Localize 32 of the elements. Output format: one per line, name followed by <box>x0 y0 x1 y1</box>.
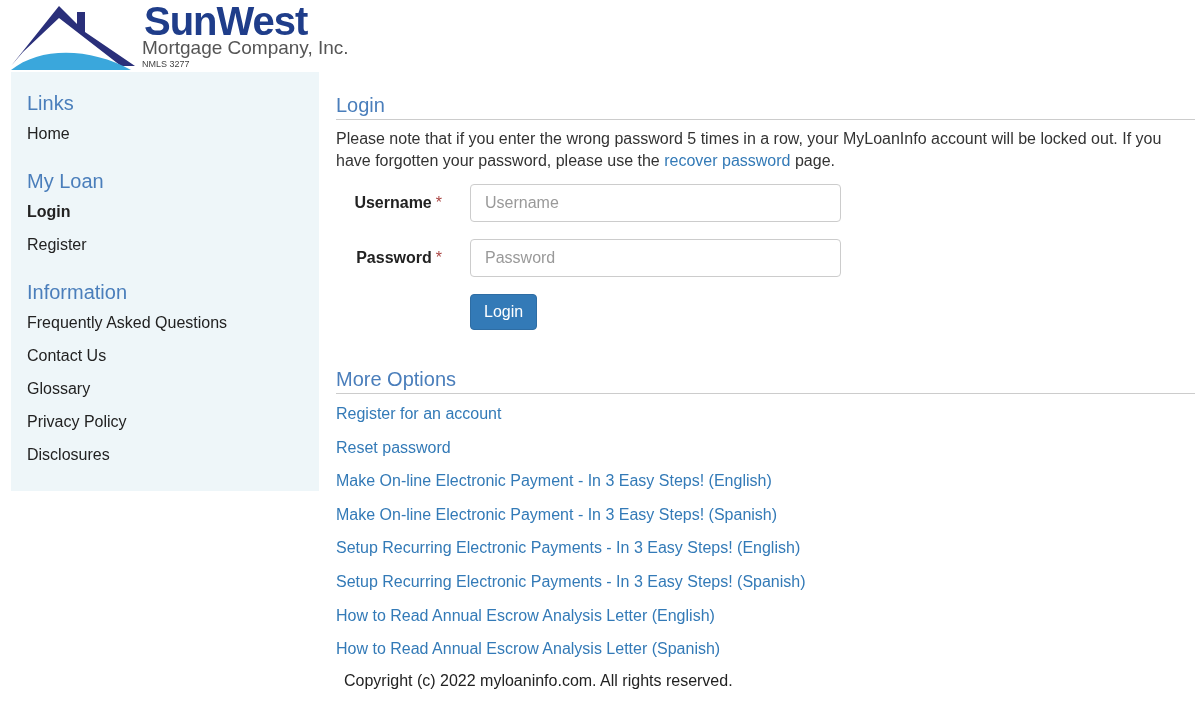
input-field[interactable]: Password <box>470 239 841 277</box>
sidebar-link[interactable]: Login <box>27 203 303 236</box>
sidebar-heading: Information <box>27 281 129 304</box>
sidebar-link[interactable]: Register <box>27 236 303 269</box>
option-link[interactable]: How to Read Annual Escrow Analysis Letter (Spanish) <box>336 639 1195 673</box>
option-link[interactable]: Make On-line Electronic Payment - In 3 Easy Steps! (English) <box>336 471 1195 505</box>
sidebar-link[interactable]: Disclosures <box>27 446 303 479</box>
option-link[interactable]: How to Read Annual Escrow Analysis Letter (English) <box>336 605 1195 640</box>
sidebar-link[interactable]: Glossary <box>27 380 303 413</box>
brand-name: SunWest <box>144 4 308 38</box>
sidebar-link[interactable]: Home <box>27 125 303 158</box>
field-label: Password * <box>355 249 443 267</box>
sidebar-heading: Links <box>27 92 75 115</box>
option-link[interactable]: Reset password <box>336 437 1195 472</box>
option-link[interactable]: Setup Recurring Electronic Payments - In 3 Easy Steps! (English) <box>336 538 1195 572</box>
notice-text: Please note that if you enter the wrong password 5 times in a row, your MyLoanInfo account will be locked out. If you have forgotten your password, please use the recover password page. <box>336 129 1163 171</box>
field-label: Username * <box>353 194 443 212</box>
input-field[interactable]: Username <box>470 184 841 222</box>
recover-password-link[interactable]: recover password <box>664 152 791 169</box>
sidebar-link[interactable]: Frequently Asked Questions <box>27 314 303 347</box>
sidebar-link[interactable]: Privacy Policy <box>27 413 303 446</box>
section-heading: More Options <box>336 368 1195 394</box>
section-heading: Login <box>336 94 1195 120</box>
option-link[interactable]: Register for an account <box>336 404 1195 438</box>
copyright-text: Copyright (c) 2022 myloaninfo.com. All rights reserved. <box>344 671 734 690</box>
company-name: Mortgage Company, Inc. <box>142 38 349 58</box>
sidebar-link[interactable]: Contact Us <box>27 347 303 380</box>
login-button[interactable]: Login <box>470 294 538 330</box>
license-number: NMLS 3277 <box>142 59 191 69</box>
option-link[interactable]: Setup Recurring Electronic Payments - In 3 Easy Steps! (Spanish) <box>336 571 1195 606</box>
sidebar-heading: My Loan <box>27 170 105 193</box>
option-link[interactable]: Make On-line Electronic Payment - In 3 Easy Steps! (Spanish) <box>336 504 1195 539</box>
